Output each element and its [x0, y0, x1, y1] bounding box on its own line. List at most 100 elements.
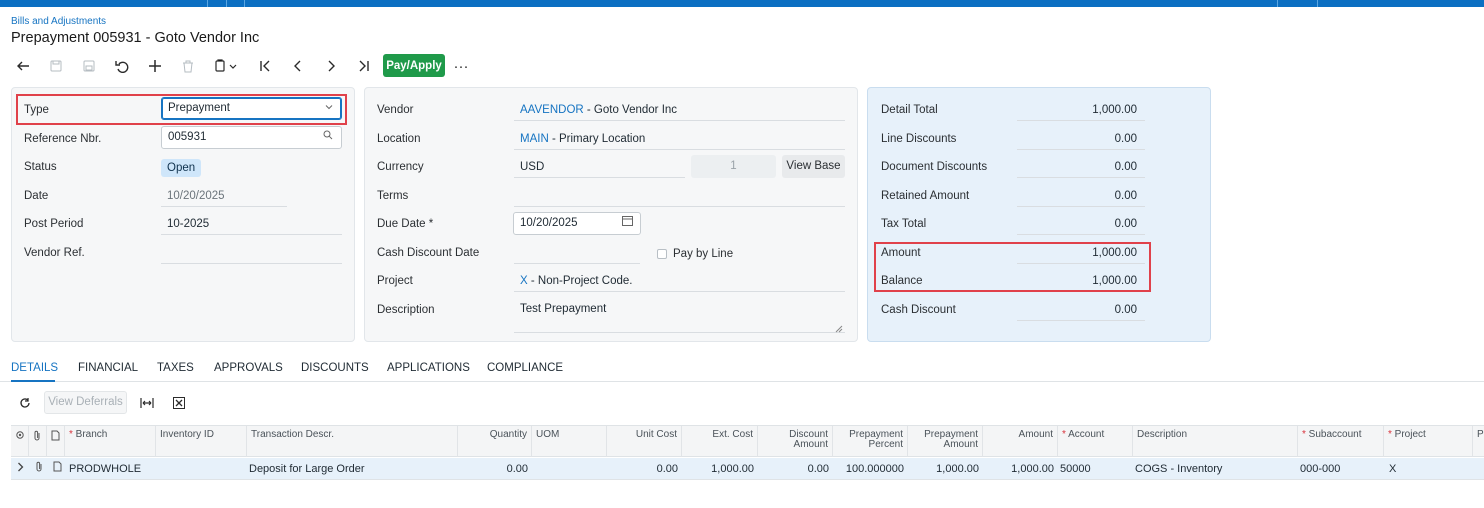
column-header-truncated[interactable]: P [1473, 426, 1484, 457]
back-arrow-icon[interactable] [11, 54, 35, 78]
terms-input[interactable] [514, 185, 845, 207]
column-header-prepayment-amount[interactable]: Prepayment Amount [908, 426, 983, 457]
cell-account[interactable]: 50000 [1056, 458, 1133, 480]
currency-value[interactable]: USD [514, 156, 685, 178]
fit-columns-icon[interactable] [138, 394, 156, 412]
tab-approvals[interactable]: APPROVALS [214, 362, 283, 374]
form-toolbar: Pay/Apply ··· [11, 54, 491, 78]
column-header-amount[interactable]: Amount [983, 426, 1058, 457]
undo-icon[interactable] [110, 54, 134, 78]
copy-paste-icon[interactable] [209, 54, 243, 78]
column-header-transaction-descr[interactable]: Transaction Descr. [247, 426, 458, 457]
table-row[interactable]: PRODWHOLE Deposit for Large Order 0.00 0… [11, 458, 1484, 480]
more-actions-icon[interactable]: ··· [449, 54, 473, 78]
column-header-ext-cost[interactable]: Ext. Cost [682, 426, 758, 457]
vendor-name: - Goto Vendor Inc [583, 104, 678, 116]
highlight-type-box [16, 94, 347, 125]
project-code-link[interactable]: X [520, 275, 528, 287]
post-period-label: Post Period [24, 218, 84, 230]
column-header-unit-cost[interactable]: Unit Cost [607, 426, 682, 457]
document-tabs: DETAILS FINANCIAL TAXES APPROVALS DISCOU… [0, 358, 1484, 382]
line-discounts-label: Line Discounts [881, 133, 957, 145]
column-header-account[interactable]: * Account [1058, 426, 1133, 457]
vendor-label: Vendor [377, 104, 414, 116]
search-icon[interactable] [323, 127, 333, 148]
date-value[interactable]: 10/20/2025 [161, 185, 287, 207]
tab-applications[interactable]: APPLICATIONS [387, 362, 470, 374]
location-name: - Primary Location [548, 133, 646, 145]
add-icon[interactable] [143, 54, 167, 78]
column-header-prepayment-percent[interactable]: Prepayment Percent [833, 426, 908, 457]
resize-handle-icon[interactable] [835, 322, 843, 336]
pay-by-line-checkbox[interactable] [657, 249, 667, 259]
save-icon[interactable] [77, 54, 101, 78]
description-textarea[interactable]: Test Prepayment [514, 298, 845, 333]
location-code-link[interactable]: MAIN [520, 133, 549, 145]
save-draft-icon[interactable] [44, 54, 68, 78]
cell-subaccount[interactable]: 000-000 [1296, 458, 1384, 480]
next-record-icon[interactable] [319, 54, 343, 78]
cell-unit-cost[interactable]: 0.00 [607, 458, 682, 480]
reference-nbr-input[interactable]: 005931 [161, 126, 342, 149]
cell-amount[interactable]: 1,000.00 [983, 458, 1058, 480]
cell-project-link[interactable]: X [1385, 458, 1473, 480]
refresh-icon[interactable] [16, 394, 34, 412]
view-base-button[interactable]: View Base [782, 155, 845, 178]
vendor-code-link[interactable]: AAVENDOR [520, 104, 584, 116]
breadcrumb[interactable]: Bills and Adjustments [11, 16, 106, 27]
view-deferrals-button[interactable]: View Deferrals [44, 391, 127, 414]
location-field[interactable]: MAIN - Primary Location [514, 128, 845, 150]
tab-compliance[interactable]: COMPLIANCE [487, 362, 563, 374]
project-field[interactable]: X - Non-Project Code. [514, 270, 845, 292]
cell-branch[interactable]: PRODWHOLE [65, 458, 156, 480]
reference-nbr-value: 005931 [168, 131, 207, 143]
delete-icon[interactable] [176, 54, 200, 78]
cash-discount-date-input[interactable] [514, 242, 640, 264]
calendar-icon[interactable] [622, 213, 633, 234]
cell-description[interactable]: COGS - Inventory [1131, 458, 1298, 480]
last-record-icon[interactable] [352, 54, 376, 78]
cell-ext-cost[interactable]: 1,000.00 [682, 458, 758, 480]
vendor-field[interactable]: AAVENDOR - Goto Vendor Inc [514, 99, 845, 121]
first-record-icon[interactable] [253, 54, 277, 78]
column-header-quantity[interactable]: Quantity [458, 426, 532, 457]
pay-apply-button[interactable]: Pay/Apply [383, 54, 445, 77]
cell-inventory-id[interactable] [156, 458, 247, 480]
column-settings-icon[interactable] [11, 426, 29, 457]
due-date-value: 10/20/2025 [520, 217, 578, 229]
expand-row-icon[interactable] [13, 458, 27, 480]
note-icon[interactable] [49, 458, 65, 480]
cell-prepayment-percent[interactable]: 100.000000 [833, 458, 908, 480]
column-header-uom[interactable]: UOM [532, 426, 607, 457]
grid-header: * Branch Inventory ID Transaction Descr.… [11, 425, 1484, 457]
detail-total-label: Detail Total [881, 104, 938, 116]
cell-transaction-descr[interactable]: Deposit for Large Order [245, 458, 458, 480]
previous-record-icon[interactable] [286, 54, 310, 78]
column-header-project[interactable]: * Project [1384, 426, 1473, 457]
column-header-branch[interactable]: * Branch [65, 426, 156, 457]
tab-discounts[interactable]: DISCOUNTS [301, 362, 369, 374]
top-nav-separator [1317, 0, 1318, 7]
column-header-discount-amount[interactable]: Discount Amount [758, 426, 833, 457]
column-header-subaccount[interactable]: * Subaccount [1298, 426, 1384, 457]
cell-uom[interactable] [532, 458, 607, 480]
attachment-icon[interactable] [31, 458, 47, 480]
tax-total-value: 0.00 [1017, 213, 1145, 235]
column-header-inventory-id[interactable]: Inventory ID [156, 426, 247, 457]
tab-financial[interactable]: FINANCIAL [78, 362, 138, 374]
retained-amount-value: 0.00 [1017, 185, 1145, 207]
active-tab-indicator [11, 380, 55, 382]
column-header-description[interactable]: Description [1133, 426, 1298, 457]
cell-quantity[interactable]: 0.00 [458, 458, 532, 480]
tab-taxes[interactable]: TAXES [157, 362, 194, 374]
highlight-amount-balance-box [874, 242, 1151, 292]
cell-discount-amount[interactable]: 0.00 [758, 458, 833, 480]
tab-details[interactable]: DETAILS [11, 362, 58, 374]
due-date-input[interactable]: 10/20/2025 [513, 212, 641, 235]
vendor-ref-input[interactable] [161, 242, 342, 264]
due-date-label: Due Date * [377, 218, 434, 230]
export-excel-icon[interactable] [170, 394, 188, 412]
cell-prepayment-amount[interactable]: 1,000.00 [908, 458, 983, 480]
post-period-value[interactable]: 10-2025 [161, 213, 342, 235]
detail-total-value: 1,000.00 [1017, 99, 1145, 121]
